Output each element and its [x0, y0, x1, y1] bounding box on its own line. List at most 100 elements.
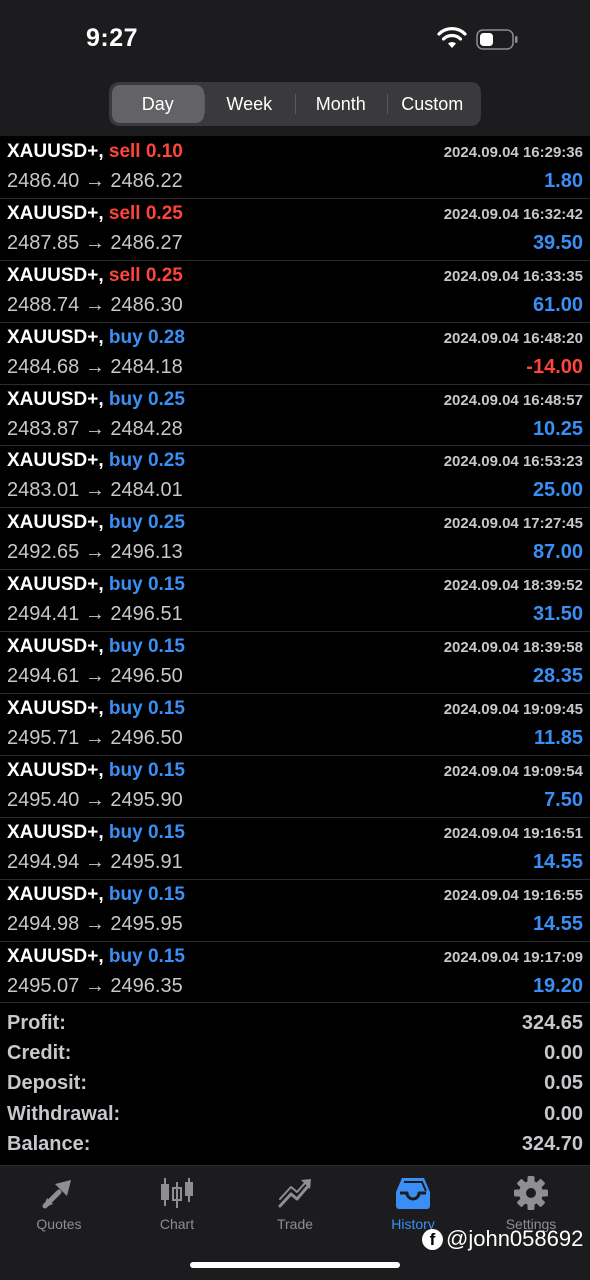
- deal-prices: 2483.01 → 2484.01: [7, 479, 183, 502]
- deal-profit: 7.50: [544, 788, 583, 811]
- deal-row[interactable]: XAUUSD+, buy 0.15 2024.09.04 19:09:45 2495…: [0, 694, 590, 756]
- tab-quotes[interactable]: Quotes: [0, 1166, 118, 1236]
- period-month[interactable]: Month: [295, 85, 387, 123]
- summary-row: Withdrawal: 0.00: [0, 1101, 590, 1131]
- deal-row[interactable]: XAUUSD+, buy 0.15 2024.09.04 18:39:58 2494…: [0, 632, 590, 695]
- tab-label: Chart: [159, 1216, 195, 1232]
- deal-row[interactable]: XAUUSD+, buy 0.15 2024.09.04 19:16:51 2494…: [0, 818, 590, 880]
- deal-row[interactable]: XAUUSD+, buy 0.15 2024.09.04 19:09:54 2495…: [0, 756, 590, 818]
- deal-row[interactable]: XAUUSD+, sell 0.25 2024.09.04 16:33:35 248…: [0, 261, 590, 323]
- battery-icon: [476, 29, 518, 50]
- deal-profit: 31.50: [532, 603, 583, 626]
- deal-type-volume: sell 0.25: [108, 264, 183, 286]
- deal-row[interactable]: XAUUSD+, buy 0.15 2024.09.04 19:17:09 2495…: [0, 942, 590, 1004]
- deal-symbol: XAUUSD+, buy 0.25: [7, 450, 185, 472]
- deal-row[interactable]: XAUUSD+, buy 0.15 2024.09.04 18:39:52 2494…: [0, 570, 590, 633]
- deal-symbol: XAUUSD+, buy 0.15: [7, 698, 185, 720]
- period-day[interactable]: Day: [112, 85, 204, 123]
- symbol-name: XAUUSD+,: [7, 326, 104, 348]
- deal-row[interactable]: XAUUSD+, buy 0.25 2024.09.04 16:48:57 2483…: [0, 385, 590, 447]
- deal-symbol: XAUUSD+, buy 0.25: [7, 389, 185, 411]
- deal-list: XAUUSD+, sell 0.10 2024.09.04 16:29:36 248…: [0, 137, 590, 1004]
- deal-type-volume: buy 0.15: [108, 698, 185, 720]
- deal-datetime: 2024.09.04 18:39:52: [443, 577, 583, 595]
- symbol-name: XAUUSD+,: [7, 512, 104, 534]
- deal-symbol: XAUUSD+, sell 0.25: [7, 265, 183, 287]
- deal-profit: 1.80: [544, 170, 583, 192]
- deal-profit: 87.00: [532, 541, 583, 564]
- deal-type-volume: buy 0.15: [108, 821, 185, 843]
- deal-symbol: XAUUSD+, buy 0.25: [7, 512, 185, 534]
- deal-symbol: XAUUSD+, sell 0.25: [7, 203, 183, 225]
- deal-prices: 2495.71 → 2496.50: [7, 727, 183, 750]
- deal-datetime: 2024.09.04 16:32:42: [443, 205, 583, 223]
- candlestick-chart-icon: [161, 1178, 193, 1208]
- deal-type-volume: buy 0.25: [108, 388, 185, 410]
- home-indicator[interactable]: [190, 1262, 400, 1268]
- gear-icon: [514, 1176, 548, 1210]
- deal-profit: 14.55: [532, 850, 583, 873]
- deal-row[interactable]: XAUUSD+, buy 0.25 2024.09.04 16:53:23 2483…: [0, 446, 590, 509]
- deal-datetime: 2024.09.04 16:33:35: [443, 267, 583, 285]
- symbol-name: XAUUSD+,: [7, 698, 104, 720]
- summary-label: Profit:: [7, 1012, 66, 1034]
- deal-row[interactable]: XAUUSD+, sell 0.25 2024.09.04 16:32:42 248…: [0, 199, 590, 261]
- symbol-name: XAUUSD+,: [7, 450, 104, 472]
- symbol-name: XAUUSD+,: [7, 202, 104, 224]
- summary-row: Credit: 0.00: [0, 1040, 590, 1070]
- tab-trade[interactable]: Trade: [236, 1166, 354, 1236]
- deal-type-volume: buy 0.15: [108, 945, 185, 967]
- period-bar: Day Week Month Custom: [0, 72, 590, 136]
- deal-datetime: 2024.09.04 19:17:09: [443, 948, 583, 966]
- deal-prices: 2486.40 → 2486.22: [7, 170, 183, 192]
- period-week[interactable]: Week: [203, 85, 296, 123]
- summary-label: Balance:: [7, 1132, 91, 1155]
- deal-symbol: XAUUSD+, buy 0.15: [7, 946, 185, 968]
- deal-profit: 14.55: [532, 912, 583, 935]
- trade-icon: [278, 1179, 311, 1208]
- deal-datetime: 2024.09.04 19:16:55: [443, 886, 583, 904]
- deal-datetime: 2024.09.04 16:48:57: [443, 391, 583, 409]
- deal-prices: 2483.87 → 2484.28: [7, 417, 183, 440]
- symbol-name: XAUUSD+,: [7, 821, 104, 843]
- deal-datetime: 2024.09.04 16:53:23: [443, 453, 583, 471]
- summary-row: Deposit: 0.05: [0, 1070, 590, 1100]
- deal-profit: 11.85: [534, 727, 583, 750]
- symbol-name: XAUUSD+,: [7, 636, 104, 658]
- deal-prices: 2492.65 → 2496.13: [7, 541, 183, 564]
- summary-panel: Profit: 324.65 Credit: 0.00 Deposit: 0.05 With…: [0, 1010, 590, 1161]
- deal-symbol: XAUUSD+, buy 0.15: [7, 884, 185, 906]
- symbol-name: XAUUSD+,: [7, 388, 104, 410]
- deal-profit: 19.20: [532, 974, 583, 997]
- deal-row[interactable]: XAUUSD+, buy 0.15 2024.09.04 19:16:55 2494…: [0, 880, 590, 942]
- deal-profit: 10.25: [532, 417, 583, 440]
- deal-row[interactable]: XAUUSD+, buy 0.28 2024.09.04 16:48:20 2484…: [0, 323, 590, 385]
- deal-datetime: 2024.09.04 19:16:51: [443, 824, 583, 842]
- wifi-icon: [437, 27, 467, 48]
- deal-row[interactable]: XAUUSD+, sell 0.10 2024.09.04 16:29:36 248…: [0, 137, 590, 199]
- deal-symbol: XAUUSD+, buy 0.15: [7, 636, 185, 658]
- summary-value: 0.00: [544, 1102, 583, 1125]
- period-segmented-control: Day Week Month Custom: [109, 82, 481, 126]
- deal-symbol: XAUUSD+, buy 0.15: [7, 822, 185, 844]
- symbol-name: XAUUSD+,: [7, 264, 104, 286]
- summary-value: 324.65: [521, 1012, 583, 1034]
- symbol-name: XAUUSD+,: [7, 759, 104, 781]
- deal-type-volume: buy 0.15: [108, 636, 185, 658]
- tab-label: Trade: [276, 1216, 314, 1232]
- summary-label: Withdrawal:: [7, 1102, 121, 1125]
- period-custom[interactable]: Custom: [386, 85, 479, 123]
- deal-symbol: XAUUSD+, sell 0.10: [7, 141, 183, 163]
- watermark: f @john058692: [422, 1226, 583, 1252]
- deal-prices: 2494.94 → 2495.91: [7, 850, 183, 873]
- summary-label: Deposit:: [7, 1072, 87, 1095]
- deal-symbol: XAUUSD+, buy 0.15: [7, 574, 185, 596]
- deal-prices: 2488.74 → 2486.30: [7, 293, 183, 316]
- deal-prices: 2494.61 → 2496.50: [7, 665, 183, 688]
- deal-type-volume: buy 0.15: [108, 574, 185, 596]
- tab-chart[interactable]: Chart: [118, 1166, 236, 1236]
- summary-row: Profit: 324.65: [0, 1010, 590, 1040]
- deal-row[interactable]: XAUUSD+, buy 0.25 2024.09.04 17:27:45 2492…: [0, 508, 590, 571]
- deal-type-volume: buy 0.25: [108, 450, 185, 472]
- tab-label: Quotes: [36, 1216, 82, 1232]
